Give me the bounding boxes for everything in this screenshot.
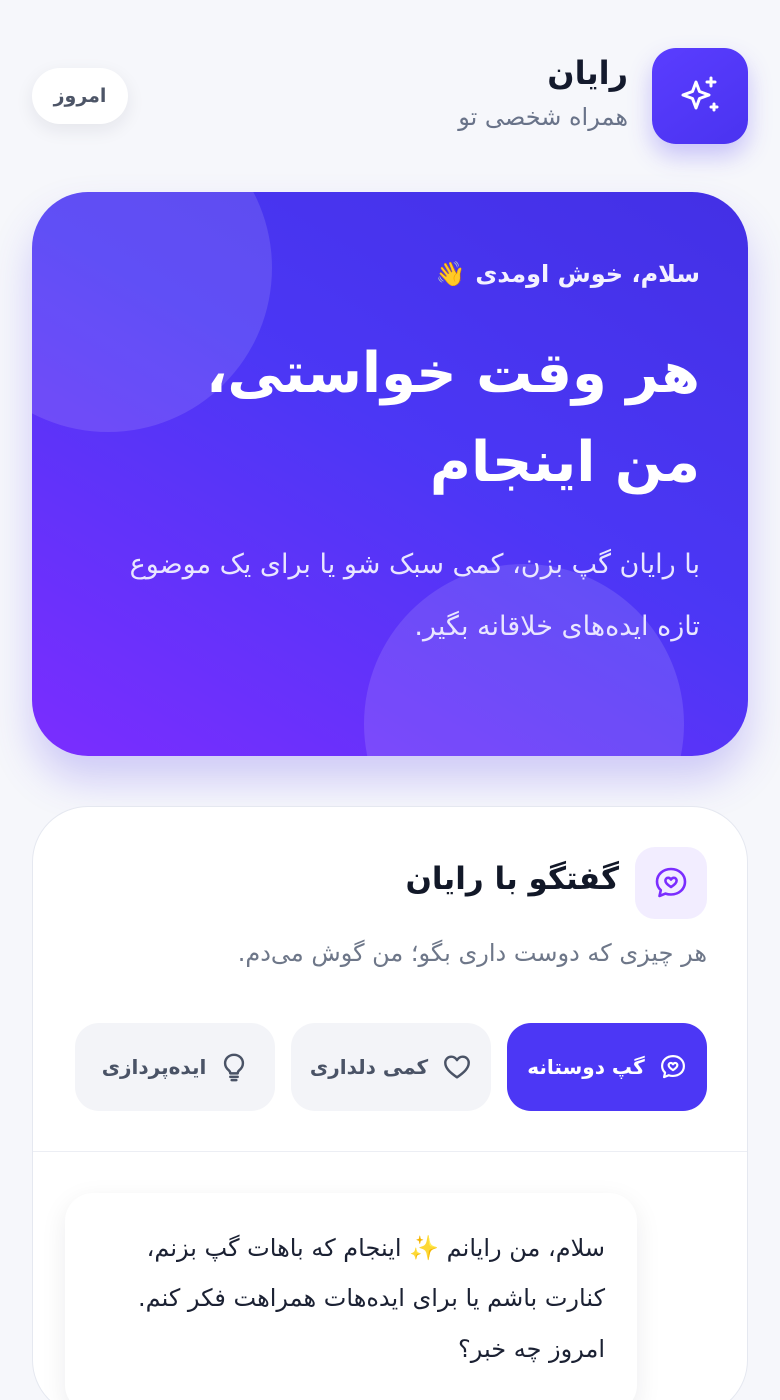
chat-card: گفتگو با رایان هر چیزی که دوست داری بگو؛… xyxy=(32,806,748,1400)
chat-mode-chips: گپ دوستانه کمی دلداری ایده‌پردازی xyxy=(73,1023,707,1111)
mode-chip-ideation[interactable]: ایده‌پردازی xyxy=(75,1023,275,1111)
assistant-message-bubble: سلام، من رایانم ✨ اینجام که باهات گپ بزن… xyxy=(65,1193,637,1400)
app-title: رایان xyxy=(547,54,628,92)
lightbulb-icon xyxy=(220,1052,248,1082)
hero-description: با رایان گپ بزن، کمی سبک شو یا برای یک م… xyxy=(129,548,700,643)
hero-card: سلام، خوش اومدی 👋 هر وقت خواستی، من اینج… xyxy=(32,192,748,756)
divider xyxy=(33,1151,747,1152)
app-logo xyxy=(652,48,748,144)
hero-headline: هر وقت خواستی، من اینجام xyxy=(206,340,700,496)
mode-chip-comfort[interactable]: کمی دلداری xyxy=(291,1023,491,1111)
chat-title: گفتگو با رایان xyxy=(405,861,619,897)
mode-chip-friendly-chat[interactable]: گپ دوستانه xyxy=(507,1023,707,1111)
mode-chip-label: کمی دلداری xyxy=(309,1055,429,1079)
hero-content: سلام، خوش اومدی 👋 هر وقت خواستی، من اینج… xyxy=(80,260,700,658)
sparkles-icon xyxy=(676,72,724,120)
brand: رایان همراه شخصی تو xyxy=(458,54,628,132)
mode-chip-label: گپ دوستانه xyxy=(527,1055,645,1079)
chat-heart-icon xyxy=(659,1053,687,1081)
mode-chip-label: ایده‌پردازی xyxy=(101,1055,207,1079)
app-subtitle: همراه شخصی تو xyxy=(458,103,628,132)
heart-icon xyxy=(442,1052,472,1082)
hero-greeting: سلام، خوش اومدی 👋 xyxy=(80,260,700,289)
chat-header-icon-tile xyxy=(635,847,707,919)
today-button[interactable]: امروز xyxy=(32,68,128,124)
greeting-text: سلام، خوش اومدی xyxy=(475,260,700,288)
chat-subtitle: هر چیزی که دوست داری بگو؛ من گوش می‌دم. xyxy=(237,939,707,967)
chat-heart-icon xyxy=(653,865,689,901)
chat-header: گفتگو با رایان xyxy=(73,847,707,919)
waving-hand-icon: 👋 xyxy=(435,260,466,288)
app-header: رایان همراه شخصی تو امروز xyxy=(32,48,748,144)
